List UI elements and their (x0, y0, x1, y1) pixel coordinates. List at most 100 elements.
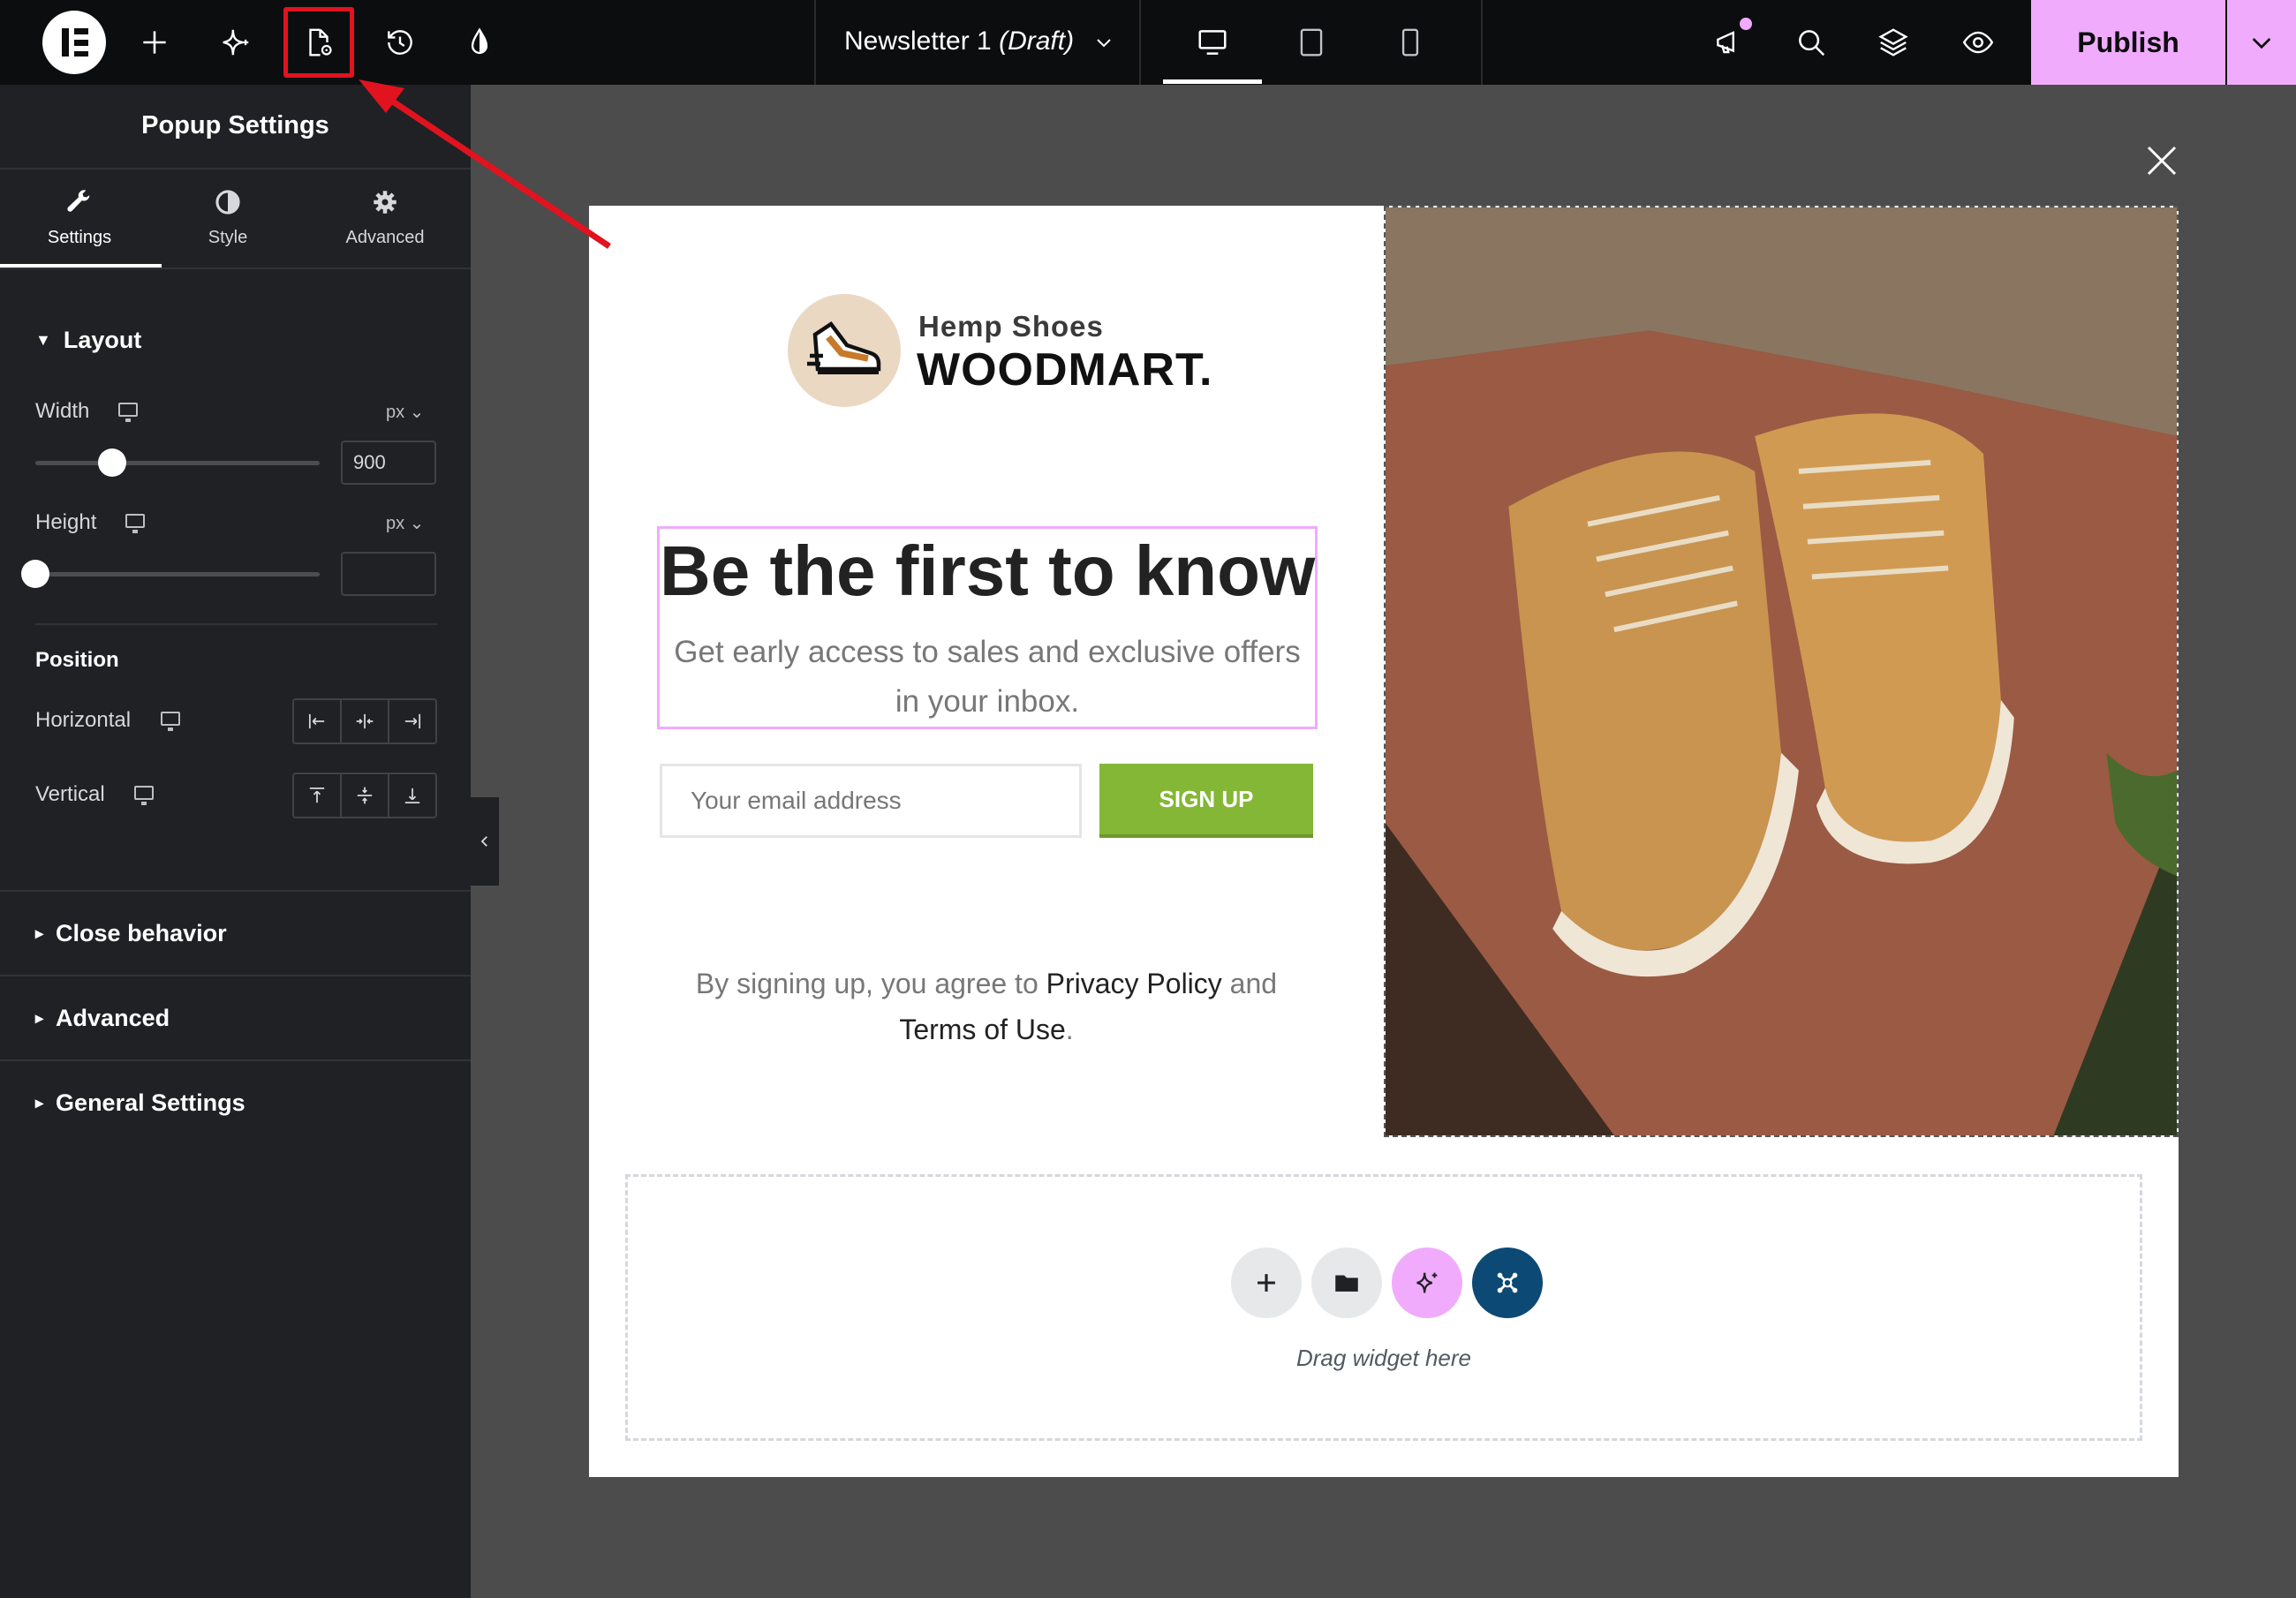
width-slider-handle[interactable] (97, 448, 126, 477)
privacy-policy-link[interactable]: Privacy Policy (1046, 968, 1222, 999)
ai-sparkle-icon (1416, 1272, 1438, 1293)
height-slider-track[interactable] (35, 572, 320, 577)
section-advanced[interactable]: ▸ Advanced (35, 1005, 170, 1032)
section-general-settings[interactable]: ▸ General Settings (35, 1089, 245, 1117)
align-left-button[interactable] (294, 700, 342, 742)
caret-right-icon: ▸ (35, 1009, 44, 1027)
width-unit-select[interactable]: px ⌄ (386, 401, 424, 423)
preview-eye-icon[interactable] (1952, 16, 2005, 69)
position-heading: Position (35, 648, 119, 672)
toolbar-divider (814, 0, 816, 85)
widget-drop-zone[interactable]: Drag widget here (625, 1174, 2142, 1441)
panel-title: Popup Settings (141, 111, 329, 139)
height-input[interactable] (341, 552, 436, 596)
publish-options-button[interactable] (2227, 0, 2296, 85)
elementor-logo-icon[interactable] (42, 11, 106, 74)
horizontal-label: Horizontal (35, 708, 132, 732)
tablet-icon[interactable] (1285, 16, 1338, 69)
add-icon[interactable] (128, 16, 181, 69)
legal-suffix: . (1065, 1014, 1074, 1045)
document-title-dropdown[interactable]: Newsletter 1 (Draft) (844, 26, 1114, 57)
tab-advanced[interactable]: Advanced (306, 187, 464, 248)
align-top-button[interactable] (294, 774, 342, 817)
desktop-icon[interactable] (1186, 16, 1239, 69)
align-middle-button[interactable] (342, 774, 389, 817)
height-label: Height (35, 510, 97, 534)
toolbar-divider (1481, 0, 1483, 85)
popup-headline: Be the first to know (660, 531, 1316, 610)
ai-sparkle-icon[interactable] (209, 16, 262, 69)
legal-prefix: By signing up, you agree to (695, 968, 1046, 999)
gear-icon (374, 191, 397, 214)
desktop-icon[interactable] (125, 514, 145, 533)
terms-of-use-link[interactable]: Terms of Use (899, 1014, 1065, 1045)
desktop-icon[interactable] (134, 786, 154, 805)
history-icon[interactable] (374, 16, 427, 69)
kit-library-button[interactable] (1472, 1247, 1543, 1318)
tab-style-label: Style (208, 228, 248, 247)
width-label: Width (35, 399, 90, 423)
section-advanced-label: Advanced (56, 1005, 170, 1031)
legal-text: By signing up, you agree to Privacy Poli… (660, 961, 1313, 1052)
caret-down-icon: ▼ (35, 331, 51, 349)
add-template-button[interactable] (1311, 1247, 1382, 1318)
add-icon (1258, 1274, 1275, 1292)
heading-widget[interactable]: Be the first to know Get early access to… (657, 526, 1318, 729)
section-close-behavior-label: Close behavior (56, 920, 227, 946)
width-slider-track[interactable] (35, 461, 320, 465)
toolbar-divider (1139, 0, 1141, 85)
align-center-button[interactable] (342, 700, 389, 742)
desktop-icon[interactable] (118, 403, 138, 422)
height-slider-handle[interactable] (21, 560, 49, 588)
vertical-label: Vertical (35, 782, 105, 806)
divider (0, 890, 471, 892)
tab-advanced-label: Advanced (345, 228, 425, 247)
height-unit-select[interactable]: px ⌄ (386, 512, 424, 534)
publish-button[interactable]: Publish (2031, 0, 2225, 85)
align-bottom-button[interactable] (389, 774, 435, 817)
contrast-icon (215, 190, 240, 215)
site-style-icon[interactable] (453, 16, 506, 69)
add-section-button[interactable] (1231, 1247, 1302, 1318)
legal-and: and (1221, 968, 1278, 999)
chevron-down-icon (2252, 38, 2271, 49)
document-title: Newsletter 1 (844, 26, 992, 56)
shoe-logo-icon (788, 294, 901, 407)
divider (35, 623, 437, 625)
divider (0, 975, 471, 976)
structure-layers-icon[interactable] (1867, 16, 1920, 69)
width-unit: px (386, 403, 405, 422)
product-image[interactable] (1384, 206, 2179, 1137)
search-icon[interactable] (1785, 16, 1838, 69)
top-toolbar: Newsletter 1 (Draft) Publish (0, 0, 2296, 85)
active-device-indicator (1163, 79, 1262, 84)
collapse-panel-button[interactable] (471, 797, 499, 886)
align-right-button[interactable] (389, 700, 435, 742)
brand-name: WOODMART. (917, 344, 1213, 396)
desktop-icon[interactable] (161, 712, 180, 731)
mobile-icon[interactable] (1384, 16, 1437, 69)
popup-preview: Hemp Shoes WOODMART. Be the first to kno… (589, 206, 2179, 1477)
width-input[interactable]: 900 (341, 441, 436, 485)
tab-settings-label: Settings (47, 228, 112, 247)
section-close-behavior[interactable]: ▸ Close behavior (35, 920, 227, 947)
signup-button[interactable]: SIGN UP (1099, 764, 1313, 838)
chevron-down-icon (1097, 39, 1112, 48)
tab-style[interactable]: Style (148, 187, 307, 248)
ai-generate-button[interactable] (1392, 1247, 1462, 1318)
caret-right-icon: ▸ (35, 1094, 44, 1112)
align-bottom-icon (404, 788, 420, 804)
brand-logo[interactable]: Hemp Shoes WOODMART. (788, 294, 1212, 409)
document-status: (Draft) (999, 26, 1075, 56)
email-field[interactable]: Your email address (660, 764, 1082, 838)
drop-zone-hint: Drag widget here (1296, 1345, 1471, 1371)
align-top-icon (309, 787, 325, 803)
height-unit: px (386, 514, 405, 533)
section-layout[interactable]: ▼ Layout (35, 327, 141, 354)
tab-settings[interactable]: Settings (0, 187, 159, 248)
close-popup-icon[interactable] (2144, 143, 2179, 178)
align-right-icon (404, 713, 421, 729)
kit-icon (1497, 1272, 1518, 1293)
divider (0, 168, 471, 170)
divider (0, 1059, 471, 1061)
